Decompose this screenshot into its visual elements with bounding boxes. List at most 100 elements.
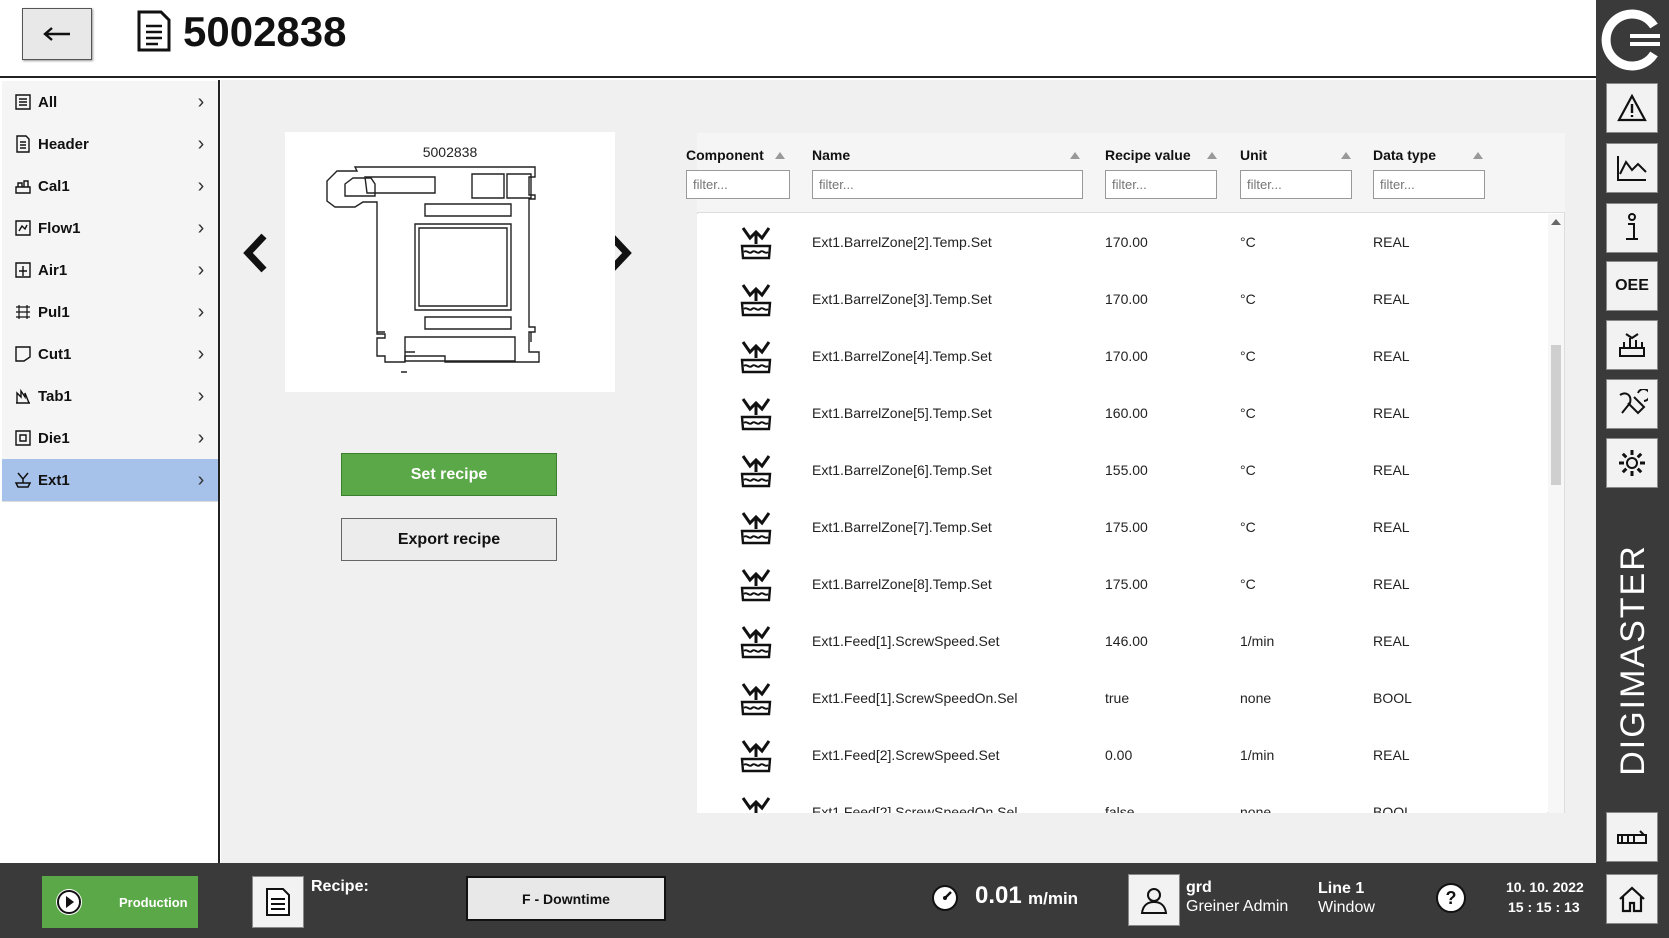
extruder-icon — [737, 566, 777, 604]
line-overview-button[interactable] — [1606, 812, 1658, 862]
table-row[interactable]: Ext1.BarrelZone[8].Temp.Set 175.00 °C REAL — [697, 556, 1547, 614]
sidebar-item-cal1[interactable]: Cal1 › — [2, 165, 218, 208]
sidebar-item-all[interactable]: All › — [2, 81, 218, 124]
cell-value: 155.00 — [1105, 462, 1148, 478]
trend-button[interactable] — [1606, 143, 1658, 193]
home-button[interactable] — [1606, 874, 1658, 924]
flow1-icon — [14, 219, 32, 237]
sidebar-item-flow1[interactable]: Flow1 › — [2, 207, 218, 250]
sidebar-item-cut1[interactable]: Cut1 › — [2, 333, 218, 376]
table-row[interactable]: Ext1.BarrelZone[6].Temp.Set 155.00 °C REAL — [697, 442, 1547, 500]
cell-name: Ext1.BarrelZone[2].Temp.Set — [812, 234, 992, 250]
production-line-icon — [1617, 830, 1647, 844]
filter-input-component[interactable] — [686, 170, 790, 199]
sidebar-item-label: Flow1 — [38, 219, 81, 237]
sort-icon[interactable] — [1070, 152, 1080, 159]
chevron-right-icon: › — [197, 258, 205, 281]
extruder-icon — [737, 224, 777, 262]
cell-name: Ext1.BarrelZone[4].Temp.Set — [812, 348, 992, 364]
sort-icon[interactable] — [1341, 152, 1351, 159]
table-row[interactable]: Ext1.Feed[1].ScrewSpeedOn.Sel true none BOO… — [697, 670, 1547, 728]
column-header-component[interactable]: Component — [686, 147, 764, 163]
table-row[interactable]: Ext1.BarrelZone[4].Temp.Set 170.00 °C REAL — [697, 328, 1547, 386]
recipe-button[interactable] — [252, 876, 304, 928]
column-header-data-type[interactable]: Data type — [1373, 147, 1436, 163]
brand-text: DIGIMASTER — [1614, 544, 1652, 776]
sort-icon[interactable] — [1207, 152, 1217, 159]
table-row[interactable]: Ext1.BarrelZone[5].Temp.Set 160.00 °C REAL — [697, 385, 1547, 443]
table-body[interactable]: Ext1.BarrelZone[2].Temp.Set 170.00 °C REAL E… — [697, 214, 1547, 813]
oee-button[interactable]: OEE — [1606, 261, 1658, 311]
downtime-button[interactable]: F - Downtime — [466, 876, 666, 921]
sidebar-item-pul1[interactable]: Pul1 › — [2, 291, 218, 334]
back-button[interactable] — [22, 8, 92, 60]
ext1-icon — [14, 471, 32, 489]
machine-button[interactable] — [1606, 320, 1658, 370]
export-recipe-button[interactable]: Export recipe — [341, 518, 557, 561]
sidebar-item-ext1[interactable]: Ext1 › — [2, 459, 218, 502]
line-speed-unit: m/min — [1028, 889, 1079, 908]
table-row[interactable]: Ext1.BarrelZone[7].Temp.Set 175.00 °C REAL — [697, 499, 1547, 557]
settings-button[interactable] — [1606, 438, 1658, 488]
production-status-button[interactable]: Production — [42, 876, 198, 928]
sort-icon[interactable] — [775, 152, 785, 159]
tab1-icon — [14, 387, 32, 405]
column-header-unit[interactable]: Unit — [1240, 147, 1267, 163]
info-button[interactable] — [1606, 203, 1658, 253]
sidebar-item-label: All — [38, 93, 58, 111]
cell-unit: °C — [1240, 462, 1256, 478]
document-icon — [266, 888, 290, 916]
play-icon — [56, 889, 82, 915]
filter-input-recipe-value[interactable] — [1105, 170, 1217, 199]
filter-input-data-type[interactable] — [1373, 170, 1485, 199]
column-header-name[interactable]: Name — [812, 147, 850, 163]
sidebar-item-air1[interactable]: Air1 › — [2, 249, 218, 292]
greiner-logo — [1600, 8, 1664, 72]
sidebar-item-die1[interactable]: Die1 › — [2, 417, 218, 460]
user-icon — [1140, 888, 1168, 914]
cell-name: Ext1.BarrelZone[7].Temp.Set — [812, 519, 992, 535]
vertical-scrollbar[interactable] — [1548, 214, 1564, 813]
filter-input-unit[interactable] — [1240, 170, 1352, 199]
user-role: Greiner Admin — [1186, 898, 1289, 915]
wrench-icon — [1619, 389, 1648, 415]
cell-unit: 1/min — [1240, 747, 1275, 763]
cell-value: false — [1105, 804, 1135, 813]
scroll-up-icon[interactable] — [1551, 219, 1561, 225]
profile-drawing — [326, 166, 540, 373]
user-button[interactable] — [1128, 874, 1180, 926]
maintenance-button[interactable] — [1606, 379, 1658, 429]
cell-unit: °C — [1240, 348, 1256, 364]
help-button[interactable]: ? — [1436, 883, 1466, 913]
extruder-icon — [737, 794, 777, 813]
cell-type: BOOL — [1373, 804, 1412, 813]
previous-button[interactable] — [238, 229, 272, 277]
table-row[interactable]: Ext1.Feed[2].ScrewSpeedOn.Sel false none BO… — [697, 784, 1547, 813]
info-icon — [1626, 213, 1638, 240]
home-icon — [1619, 886, 1645, 913]
machine-icon — [1619, 333, 1645, 357]
sort-icon[interactable] — [1473, 152, 1483, 159]
table-row[interactable]: Ext1.Feed[2].ScrewSpeed.Set 0.00 1/min REAL — [697, 727, 1547, 785]
cell-unit: °C — [1240, 519, 1256, 535]
sidebar-item-header[interactable]: Header › — [2, 123, 218, 166]
page-title: 5002838 — [183, 8, 347, 55]
table-row[interactable]: Ext1.Feed[1].ScrewSpeed.Set 146.00 1/min RE… — [697, 613, 1547, 671]
filter-input-name[interactable] — [812, 170, 1083, 199]
column-header-recipe-value[interactable]: Recipe value — [1105, 147, 1191, 163]
sidebar-item-label: Cal1 — [38, 177, 70, 195]
extruder-icon — [737, 338, 777, 376]
chevron-right-icon: › — [197, 216, 205, 239]
time-display: 15 : 15 : 13 — [1508, 899, 1580, 915]
table-row[interactable]: Ext1.BarrelZone[2].Temp.Set 170.00 °C REAL — [697, 214, 1547, 272]
chevron-left-icon — [243, 233, 267, 273]
cell-name: Ext1.BarrelZone[3].Temp.Set — [812, 291, 992, 307]
sidebar-item-label: Header — [38, 135, 89, 153]
set-recipe-button[interactable]: Set recipe — [341, 453, 557, 496]
table-row[interactable]: Ext1.BarrelZone[3].Temp.Set 170.00 °C REAL — [697, 271, 1547, 329]
sidebar-item-tab1[interactable]: Tab1 › — [2, 375, 218, 418]
scroll-thumb[interactable] — [1551, 345, 1561, 485]
cell-unit: none — [1240, 690, 1272, 706]
chevron-right-icon: › — [197, 384, 205, 407]
alarm-button[interactable] — [1606, 83, 1658, 133]
